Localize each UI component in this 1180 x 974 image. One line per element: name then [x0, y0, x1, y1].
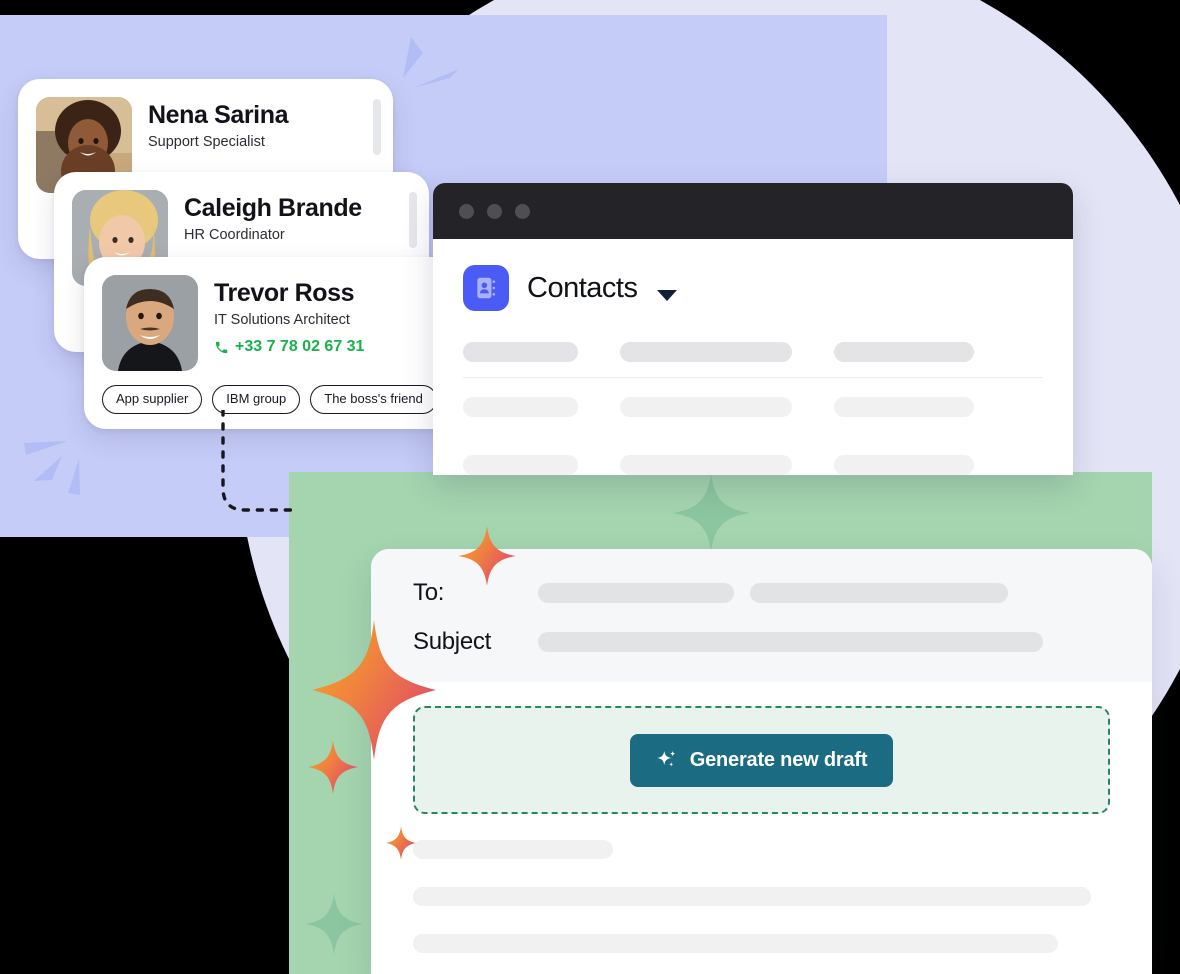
contact-phone-number: +33 7 78 02 67 31 — [235, 338, 365, 356]
sparkle-orange-top-icon — [458, 526, 516, 586]
contact-tag-list: App supplier IBM group The boss's friend — [84, 371, 459, 414]
contact-name: Trevor Ross — [214, 279, 355, 307]
skeleton-cell — [463, 342, 578, 362]
window-titlebar — [433, 183, 1073, 239]
contact-name: Nena Sarina — [148, 101, 289, 129]
contact-tag[interactable]: The boss's friend — [310, 385, 437, 414]
sparkle-orange-small-icon — [308, 740, 358, 794]
skeleton-cell — [463, 455, 578, 475]
body-skeleton-line — [413, 840, 613, 859]
sparkle-orange-large-icon — [312, 620, 436, 760]
window-maximize-dot[interactable] — [515, 203, 530, 219]
window-close-dot[interactable] — [459, 203, 474, 219]
contact-card-trevor[interactable]: Trevor Ross IT Solutions Architect +33 7… — [84, 257, 459, 429]
sparkle-green-icon — [672, 473, 750, 553]
generate-draft-dropzone[interactable]: Generate new draft — [413, 706, 1110, 814]
contact-role: HR Coordinator — [184, 227, 285, 243]
table-row[interactable] — [463, 333, 1043, 378]
card-scrollbar[interactable] — [373, 99, 381, 155]
skeleton-cell — [834, 342, 974, 362]
page-title: Contacts — [527, 271, 638, 304]
contacts-window[interactable]: Contacts — [433, 183, 1073, 475]
chevron-down-icon[interactable] — [655, 287, 679, 303]
contact-phone[interactable]: +33 7 78 02 67 31 — [214, 338, 441, 356]
spark-lines-top-icon — [403, 37, 459, 88]
skeleton-cell — [834, 397, 974, 417]
contacts-table-skeleton — [463, 333, 1043, 475]
generate-new-draft-button[interactable]: Generate new draft — [629, 733, 894, 787]
body-skeleton-line — [413, 887, 1091, 906]
phone-icon — [215, 341, 228, 354]
to-field-row[interactable]: To: — [413, 579, 1112, 607]
sparkle-green-small-icon — [305, 893, 363, 955]
contact-tag[interactable]: App supplier — [102, 385, 203, 414]
body-skeleton-line — [413, 934, 1058, 953]
skeleton-cell — [834, 455, 974, 475]
skeleton-cell — [620, 342, 792, 362]
contact-role: Support Specialist — [148, 134, 265, 150]
contact-name: Caleigh Brande — [184, 194, 362, 222]
skeleton-cell — [620, 397, 792, 417]
table-row[interactable] — [463, 426, 1043, 475]
window-minimize-dot[interactable] — [487, 203, 502, 219]
avatar — [102, 275, 198, 371]
illustration-canvas: Nena Sarina Support Specialist Caleigh B… — [0, 0, 1180, 974]
contact-role: IT Solutions Architect — [214, 312, 350, 328]
sparkle-orange-tiny-icon — [386, 826, 416, 860]
card-scrollbar[interactable] — [409, 192, 417, 248]
skeleton-cell — [620, 455, 792, 475]
address-book-icon — [463, 265, 509, 311]
skeleton-cell — [463, 397, 578, 417]
contacts-header: Contacts — [463, 265, 1043, 311]
subject-field-row[interactable]: Subject — [413, 628, 1112, 656]
email-composer[interactable]: To: Subject Generate new draft — [371, 549, 1152, 974]
to-recipient-chip[interactable] — [750, 583, 1008, 603]
spark-lines-bottom-icon — [24, 441, 80, 495]
generate-button-label: Generate new draft — [689, 748, 868, 771]
subject-input-placeholder[interactable] — [538, 632, 1043, 652]
to-recipient-chip[interactable] — [538, 583, 734, 603]
dashed-connector — [221, 410, 300, 512]
sparkles-icon — [657, 750, 676, 767]
email-body-skeleton — [371, 840, 1152, 953]
table-row[interactable] — [463, 378, 1043, 426]
